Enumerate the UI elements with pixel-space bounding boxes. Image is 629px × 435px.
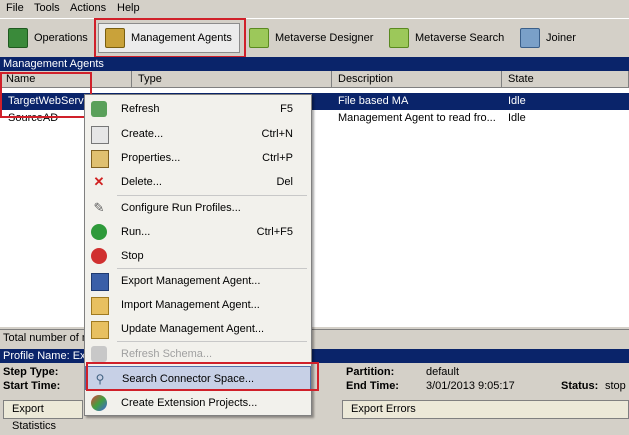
menu-item-shortcut: Del <box>276 176 293 188</box>
row-description-cell: Management Agent to read fro... <box>338 112 496 124</box>
menu-help[interactable]: Help <box>117 2 140 14</box>
total-count-text: Total number of m <box>3 332 92 344</box>
menu-item-label: Delete... <box>121 176 162 188</box>
operations-label: Operations <box>34 32 88 44</box>
metaverse-designer-label: Metaverse Designer <box>275 32 374 44</box>
toolbar-highlight-box <box>94 18 246 58</box>
menu-item-label: Configure Run Profiles... <box>121 202 241 214</box>
properties-icon <box>91 150 109 168</box>
joiner-button[interactable]: Joiner <box>520 23 576 53</box>
menu-item-shortcut: Ctrl+P <box>262 152 293 164</box>
refresh-icon <box>91 101 107 117</box>
section-title: Management Agents <box>0 57 629 71</box>
menu-item-stop[interactable]: Stop <box>85 244 311 268</box>
metaverse-designer-button[interactable]: Metaverse Designer <box>249 23 373 53</box>
start-time-label: Start Time: <box>3 380 61 392</box>
menu-item-shortcut: Ctrl+N <box>261 128 293 140</box>
menu-actions[interactable]: Actions <box>70 2 106 14</box>
joiner-icon <box>520 28 540 48</box>
column-header-state[interactable]: State <box>502 71 629 88</box>
menu-item-import-management-agent[interactable]: Import Management Agent... <box>85 293 311 317</box>
menu-item-label: Run... <box>121 226 151 238</box>
menu-item-label: Stop <box>121 250 144 262</box>
menu-item-properties[interactable]: Properties... Ctrl+P <box>85 146 311 170</box>
metaverse-search-icon <box>389 28 409 48</box>
tools-icon: ✎ <box>93 200 105 215</box>
menu-file[interactable]: File <box>6 2 24 14</box>
menu-item-label: Refresh <box>121 103 160 115</box>
menu-item-run[interactable]: Run... Ctrl+F5 <box>85 220 311 244</box>
menu-item-create[interactable]: Create... Ctrl+N <box>85 122 311 146</box>
operations-button[interactable]: Operations <box>8 23 88 53</box>
row-state-cell: Idle <box>508 112 526 124</box>
folder-icon <box>91 321 109 339</box>
menu-item-label: Create Extension Projects... <box>121 397 258 409</box>
extension-projects-icon <box>91 395 107 411</box>
menu-item-export-management-agent[interactable]: Export Management Agent... <box>85 269 311 293</box>
run-icon <box>91 224 107 240</box>
create-icon <box>91 126 109 144</box>
menu-item-refresh[interactable]: Refresh F5 <box>85 97 311 121</box>
menu-bar: File Tools Actions Help <box>0 0 629 18</box>
export-statistics-tab[interactable]: Export Statistics <box>3 400 83 432</box>
step-type-label: Step Type: <box>3 366 59 378</box>
status-value: stop <box>605 380 626 392</box>
metaverse-search-button[interactable]: Metaverse Search <box>389 23 504 53</box>
metaverse-search-label: Metaverse Search <box>415 32 505 44</box>
menu-item-shortcut: F5 <box>280 103 293 115</box>
row-description-cell: File based MA <box>338 95 409 107</box>
delete-icon: ✕ <box>93 174 105 189</box>
metaverse-designer-icon <box>249 28 269 48</box>
status-label: Status: <box>561 380 599 392</box>
menu-item-label: Export Management Agent... <box>121 275 261 287</box>
menu-highlight-box <box>86 362 319 391</box>
row-highlight-box <box>0 72 92 118</box>
stop-icon <box>91 248 107 264</box>
menu-item-create-extension-projects[interactable]: Create Extension Projects... <box>85 391 311 415</box>
partition-value: default <box>426 366 460 378</box>
save-icon <box>91 273 109 291</box>
menu-item-label: Properties... <box>121 152 181 164</box>
partition-label: Partition: <box>346 366 395 378</box>
end-time-label: End Time: <box>346 380 399 392</box>
row-state-cell: Idle <box>508 95 526 107</box>
column-header-description[interactable]: Description <box>332 71 502 88</box>
export-errors-tab[interactable]: Export Errors <box>342 400 629 419</box>
menu-item-shortcut: Ctrl+F5 <box>256 226 293 238</box>
menu-item-label: Update Management Agent... <box>121 323 265 335</box>
menu-item-update-management-agent[interactable]: Update Management Agent... <box>85 317 311 341</box>
end-time-value: 3/01/2013 9:05:17 <box>426 380 515 392</box>
joiner-label: Joiner <box>546 32 576 44</box>
refresh-schema-icon <box>91 346 107 362</box>
folder-icon <box>91 297 109 315</box>
operations-icon <box>8 28 28 48</box>
menu-item-label: Create... <box>121 128 164 140</box>
menu-item-configure-run-profiles[interactable]: ✎ Configure Run Profiles... <box>85 196 311 220</box>
column-header-type[interactable]: Type <box>132 71 332 88</box>
menu-item-label: Import Management Agent... <box>121 299 260 311</box>
menu-item-delete[interactable]: ✕ Delete... Del <box>85 170 311 194</box>
menu-tools[interactable]: Tools <box>34 2 60 14</box>
